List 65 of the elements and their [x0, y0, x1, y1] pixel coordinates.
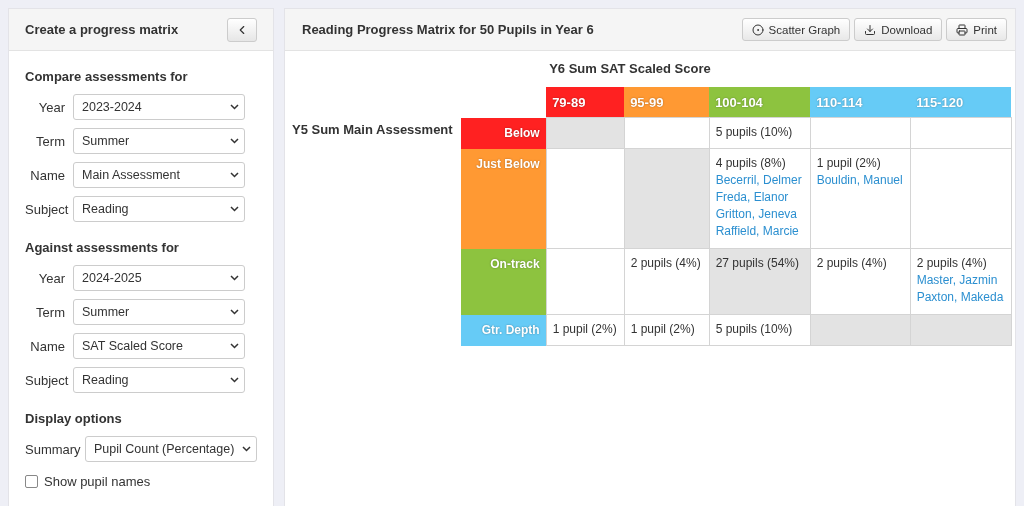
toolbar-button[interactable]: Scatter Graph: [741, 18, 851, 41]
field-label: Name: [29, 338, 65, 354]
toolbar-button[interactable]: Download: [854, 18, 943, 41]
checkbox-label: Show pupil names: [44, 474, 151, 489]
pupil-name-link[interactable]: Raffield, Marcie: [715, 223, 804, 240]
dropdown[interactable]: SAT Scaled Score: [73, 333, 245, 359]
row-axis-title: Y5 Sum Main Assessment: [292, 117, 461, 346]
dropdown[interactable]: Summer: [73, 128, 245, 154]
matrix-title: Reading Progress Matrix for 50 Pupils in Year 6: [302, 22, 594, 37]
dropdown[interactable]: Summer: [73, 299, 245, 325]
chevron-down-icon: [230, 206, 239, 212]
pupil-count: 5 pupils (10%): [715, 321, 794, 338]
dropdown[interactable]: Pupil Count (Percentage): [85, 436, 257, 462]
chevron-down-icon: [242, 446, 251, 452]
section-heading: Compare assessments for: [25, 69, 189, 84]
section-heading: Against assessments for: [25, 240, 180, 255]
field-label: Year: [37, 270, 65, 286]
pupil-count: 1 pupil (2%): [630, 321, 696, 338]
pupil-name-link[interactable]: Bouldin, Manuel: [816, 172, 904, 189]
pupil-count: 4 pupils (8%): [715, 155, 787, 172]
chevron-down-icon: [230, 275, 239, 281]
row-header: Just Below: [460, 148, 547, 249]
checkbox[interactable]: [25, 475, 38, 488]
column-header: 79-89: [546, 87, 625, 118]
pupil-count: 1 pupil (2%): [552, 321, 618, 338]
dropdown[interactable]: Reading: [73, 196, 245, 222]
pupil-count: 2 pupils (4%): [630, 255, 702, 272]
field-label: Term: [35, 133, 65, 149]
column-header: 100-104: [709, 87, 811, 118]
pupil-name-link[interactable]: Becerril, Delmer: [715, 172, 804, 189]
field-label: Name: [29, 167, 65, 183]
column-axis-title: Y6 Sum SAT Scaled Score: [546, 59, 1012, 87]
pupil-name-link[interactable]: Master, Jazmin: [916, 272, 1005, 289]
chevron-down-icon: [230, 309, 239, 315]
section-heading: Display options: [25, 411, 123, 426]
radio-dot-icon: [751, 23, 764, 36]
dropdown[interactable]: 2024-2025: [73, 265, 245, 291]
pupil-count: 27 pupils (54%): [715, 255, 801, 272]
pupil-name-link[interactable]: Paxton, Makeda: [916, 289, 1005, 306]
column-header: 110-114: [810, 87, 911, 118]
column-header: 115-120: [910, 87, 1012, 118]
row-header: Gtr. Depth: [460, 314, 547, 346]
chevron-down-icon: [230, 172, 239, 178]
column-header: 95-99: [624, 87, 710, 118]
chevron-down-icon: [230, 138, 239, 144]
toolbar-button[interactable]: Print: [946, 18, 1007, 41]
pupil-count: 2 pupils (4%): [916, 255, 988, 272]
dropdown[interactable]: Main Assessment: [73, 162, 245, 188]
chevron-down-icon: [230, 343, 239, 349]
chevron-down-icon: [230, 377, 239, 383]
field-label: Term: [35, 304, 65, 320]
pupil-count: 1 pupil (2%): [816, 155, 882, 172]
pupil-count: 5 pupils (10%): [715, 124, 794, 141]
panel-title: Create a progress matrix: [25, 22, 179, 37]
pupil-name-link[interactable]: Freda, Elanor: [715, 189, 804, 206]
pupil-count: 2 pupils (4%): [816, 255, 888, 272]
row-header: On-track: [460, 248, 547, 315]
pupil-name-link[interactable]: Gritton, Jeneva: [715, 206, 804, 223]
dropdown[interactable]: 2023-2024: [73, 94, 245, 120]
print-icon: [956, 23, 969, 36]
chevron-down-icon: [230, 104, 239, 110]
row-header: Below: [460, 117, 547, 149]
field-label: Year: [37, 99, 65, 115]
download-icon: [864, 23, 877, 36]
dropdown[interactable]: Reading: [73, 367, 245, 393]
